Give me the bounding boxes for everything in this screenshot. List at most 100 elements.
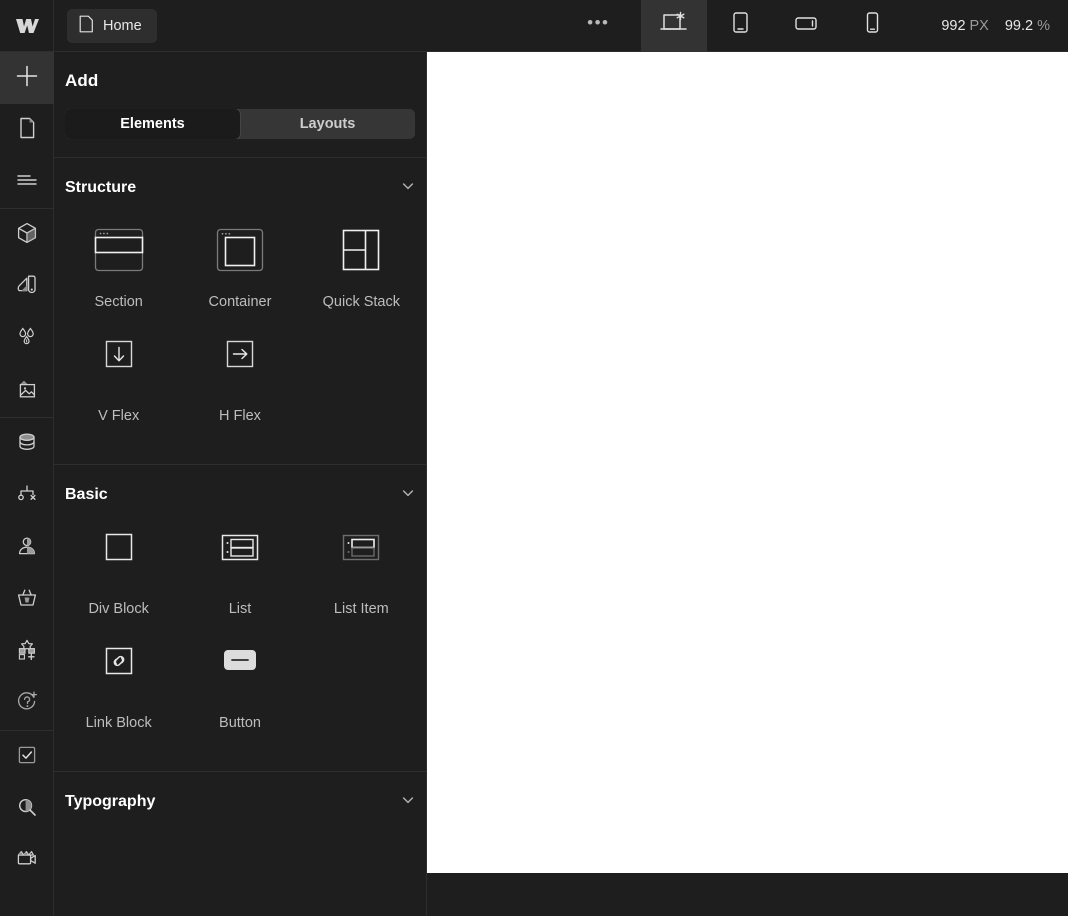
element-quick-stack[interactable]: Quick Stack xyxy=(301,218,422,332)
arrow-right-box-icon xyxy=(204,336,276,392)
breakpoint-mobile-portrait[interactable] xyxy=(839,0,905,52)
element-h-flex[interactable]: H Flex xyxy=(179,332,300,446)
grid-filler xyxy=(301,639,422,753)
rail-item-add[interactable] xyxy=(0,52,54,104)
element-v-flex[interactable]: V Flex xyxy=(58,332,179,446)
rail-item-help[interactable] xyxy=(0,678,54,730)
section-icon xyxy=(83,222,155,278)
panel-tabs: Elements Layouts xyxy=(65,109,415,139)
tablet-breakpoint-icon xyxy=(729,10,751,41)
panel-title: Add xyxy=(54,52,426,91)
rail-item-variables[interactable] xyxy=(0,313,54,365)
tab-elements-label: Elements xyxy=(120,116,184,132)
element-container[interactable]: Container xyxy=(179,218,300,332)
container-icon xyxy=(204,222,276,278)
apps-add-icon xyxy=(14,637,40,668)
breakpoint-mobile-landscape[interactable] xyxy=(773,0,839,52)
chevron-down-icon[interactable] xyxy=(401,793,415,812)
element-list-item[interactable]: List Item xyxy=(301,525,422,639)
group-label-structure: Structure xyxy=(65,179,136,197)
rail-item-components[interactable] xyxy=(0,209,54,261)
left-icon-rail xyxy=(0,52,54,916)
webflow-logo-icon[interactable] xyxy=(0,0,54,52)
element-label: Quick Stack xyxy=(323,294,400,310)
element-label: Container xyxy=(209,294,272,310)
help-plus-icon xyxy=(14,689,40,720)
element-section[interactable]: Section xyxy=(58,218,179,332)
droplets-icon xyxy=(14,324,40,355)
group-header-basic[interactable]: Basic xyxy=(54,465,426,525)
group-header-structure[interactable]: Structure xyxy=(54,158,426,218)
quick-stack-icon xyxy=(325,222,397,278)
desktop-breakpoint-icon xyxy=(658,10,690,41)
structure-grid: Section Container xyxy=(54,218,426,446)
element-label: Section xyxy=(94,294,142,310)
rail-item-apps[interactable] xyxy=(0,626,54,678)
chevron-down-icon[interactable] xyxy=(401,179,415,198)
page-chip[interactable]: Home xyxy=(67,9,157,43)
rail-item-audit[interactable] xyxy=(0,731,54,783)
element-label: Div Block xyxy=(88,601,148,617)
more-options-button[interactable]: ••• xyxy=(578,0,618,52)
chevron-down-icon[interactable] xyxy=(401,486,415,505)
group-header-typography[interactable]: Typography xyxy=(54,772,426,832)
add-panel: Add Elements Layouts Structure xyxy=(54,52,427,916)
video-camera-icon xyxy=(14,846,40,877)
paint-swatch-icon xyxy=(14,272,40,303)
rail-item-pages[interactable] xyxy=(0,104,54,156)
element-list[interactable]: List xyxy=(179,525,300,639)
image-icon xyxy=(14,376,40,407)
group-label-typography: Typography xyxy=(65,793,155,811)
mobile-landscape-breakpoint-icon xyxy=(793,10,819,41)
logic-flow-icon xyxy=(14,481,40,512)
rail-item-users[interactable] xyxy=(0,522,54,574)
breakpoint-tablet[interactable] xyxy=(707,0,773,52)
webflow-designer: Home ••• xyxy=(0,0,1068,916)
rail-item-search[interactable] xyxy=(0,783,54,835)
shopping-basket-icon xyxy=(14,585,40,616)
viewport-width-value: 992 xyxy=(941,18,965,34)
navigator-lines-icon xyxy=(14,170,40,195)
viewport-width-unit: PX xyxy=(970,18,989,34)
button-icon xyxy=(204,643,276,699)
tab-layouts[interactable]: Layouts xyxy=(240,109,415,139)
list-icon xyxy=(204,529,276,585)
rail-item-cms[interactable] xyxy=(0,418,54,470)
group-label-basic: Basic xyxy=(65,486,108,504)
canvas-page[interactable] xyxy=(427,52,1068,873)
rail-item-video-tutorials[interactable] xyxy=(0,835,54,887)
viewport-readout[interactable]: 992 PX 99.2 % xyxy=(941,18,1050,34)
plus-icon xyxy=(14,63,40,94)
element-label: H Flex xyxy=(219,408,261,424)
database-icon xyxy=(14,429,40,460)
div-block-icon xyxy=(83,529,155,585)
checkbox-icon xyxy=(14,742,40,773)
element-link-block[interactable]: Link Block xyxy=(58,639,179,753)
breakpoint-desktop[interactable] xyxy=(641,0,707,52)
arrow-down-box-icon xyxy=(83,336,155,392)
rail-item-style-manager[interactable] xyxy=(0,261,54,313)
list-item-icon xyxy=(325,529,397,585)
document-icon xyxy=(79,15,94,37)
element-div-block[interactable]: Div Block xyxy=(58,525,179,639)
grid-filler xyxy=(301,332,422,446)
element-label: List xyxy=(229,601,252,617)
top-bar: Home ••• xyxy=(0,0,1068,52)
element-label: Link Block xyxy=(86,715,152,731)
rail-item-navigator[interactable] xyxy=(0,156,54,208)
rail-item-logic[interactable] xyxy=(0,470,54,522)
breakpoint-group xyxy=(641,0,905,52)
zoom-value: 99.2 xyxy=(1005,18,1033,34)
rail-item-assets[interactable] xyxy=(0,365,54,417)
basic-grid: Div Block List xyxy=(54,525,426,753)
page-icon xyxy=(16,115,38,146)
mobile-portrait-breakpoint-icon xyxy=(862,10,882,41)
element-button[interactable]: Button xyxy=(179,639,300,753)
tab-elements[interactable]: Elements xyxy=(65,109,240,139)
search-icon xyxy=(14,794,40,825)
zoom-unit: % xyxy=(1037,18,1050,34)
rail-item-ecommerce[interactable] xyxy=(0,574,54,626)
user-icon xyxy=(14,533,40,564)
link-chain-box-icon xyxy=(83,643,155,699)
canvas-area[interactable] xyxy=(427,52,1068,916)
